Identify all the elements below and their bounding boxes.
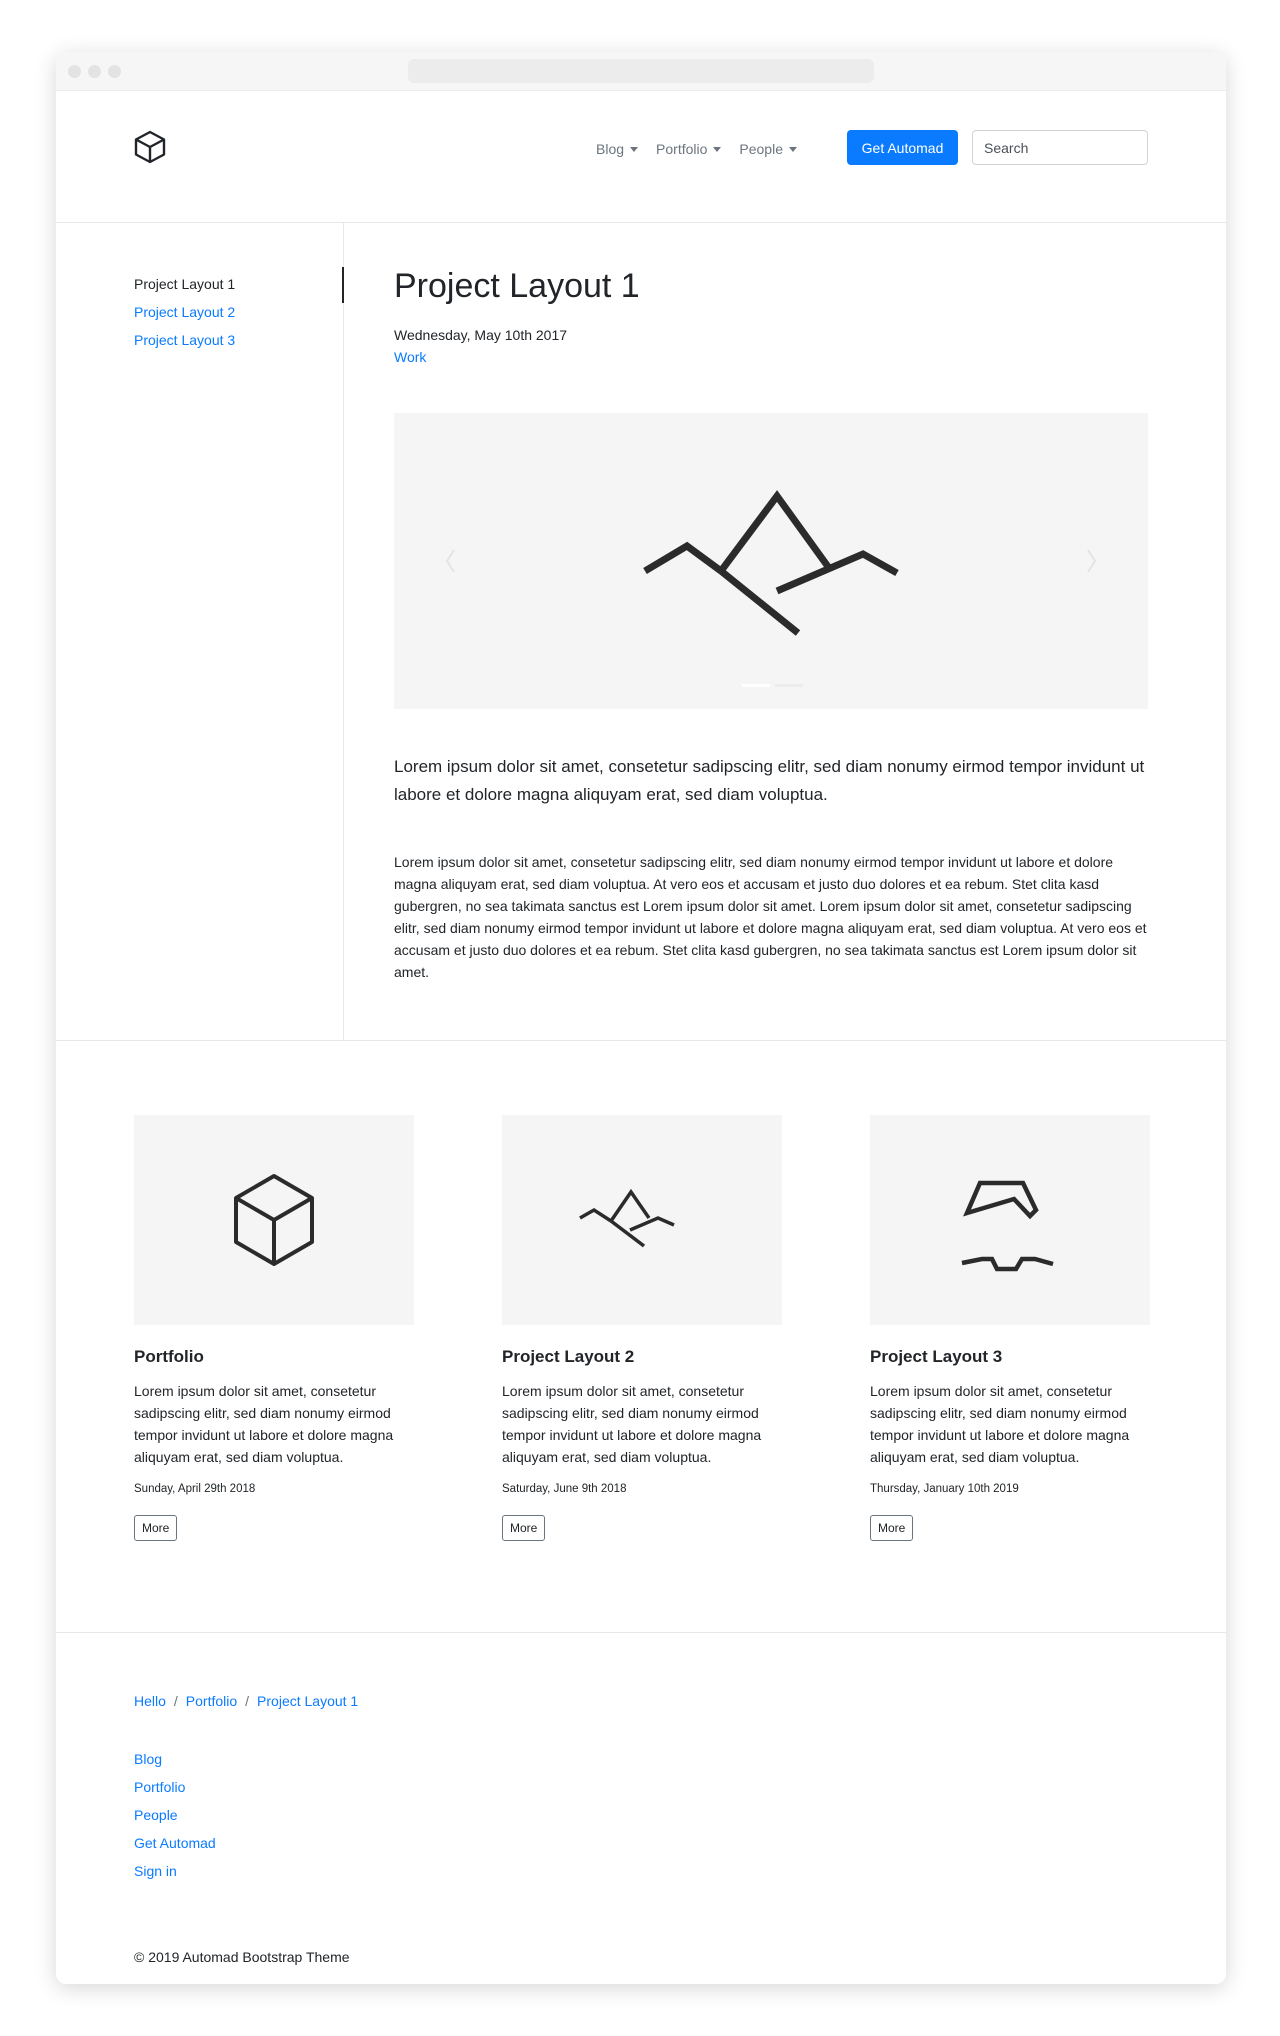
breadcrumb-separator: / <box>173 1693 178 1709</box>
sidebar-item-project-layout-3[interactable]: Project Layout 3 <box>134 332 235 348</box>
card-date: Sunday, April 29th 2018 <box>134 1483 256 1495</box>
navbar: Blog Portfolio People Get Automad <box>56 91 1226 223</box>
footer: Hello / Portfolio / Project Layout 1 Blo… <box>56 1633 1226 1984</box>
card-date: Thursday, January 10th 2019 <box>870 1483 1019 1495</box>
caret-down-icon <box>788 146 797 152</box>
more-button[interactable]: More <box>134 1515 178 1541</box>
main-section: Project Layout 1 Project Layout 2 Projec… <box>56 223 1226 1041</box>
carousel-prev-icon[interactable] <box>445 549 455 573</box>
breadcrumb-portfolio[interactable]: Portfolio <box>186 1693 237 1709</box>
nav-people-dropdown[interactable]: People <box>739 141 797 157</box>
card-text: Lorem ipsum dolor sit amet, consetetur s… <box>502 1383 762 1465</box>
sidebar-active-indicator <box>342 267 344 303</box>
mountain-icon <box>579 1188 675 1248</box>
more-button[interactable]: More <box>502 1515 546 1541</box>
browser-window: Blog Portfolio People Get Automad Projec… <box>56 52 1226 1984</box>
copyright: © 2019 Automad Bootstrap Theme <box>134 1949 350 1965</box>
caret-down-icon <box>713 146 722 152</box>
breadcrumb-hello[interactable]: Hello <box>134 1693 166 1709</box>
search-input[interactable] <box>972 130 1148 165</box>
carousel-next-icon[interactable] <box>1087 549 1097 573</box>
cube-logo-icon[interactable] <box>131 128 169 166</box>
caret-down-icon <box>630 146 639 152</box>
broken-shape-icon <box>961 1180 1054 1272</box>
card-text: Lorem ipsum dolor sit amet, consetetur s… <box>134 1383 394 1465</box>
footer-link-sign-in[interactable]: Sign in <box>134 1863 177 1879</box>
card-image[interactable] <box>870 1115 1150 1325</box>
card-project-layout-3: Project Layout 3 Lorem ipsum dolor sit a… <box>870 1115 1150 1541</box>
sidebar-item-project-layout-2[interactable]: Project Layout 2 <box>134 304 235 320</box>
footer-link-people[interactable]: People <box>134 1807 178 1823</box>
card-text: Lorem ipsum dolor sit amet, consetetur s… <box>870 1383 1130 1465</box>
category-link[interactable]: Work <box>394 349 426 365</box>
footer-link-get-automad[interactable]: Get Automad <box>134 1835 216 1851</box>
window-close-dot[interactable] <box>68 65 81 78</box>
carousel-indicator[interactable] <box>775 684 803 687</box>
cube-icon <box>234 1174 314 1266</box>
footer-link-portfolio[interactable]: Portfolio <box>134 1779 185 1795</box>
card-image[interactable] <box>134 1115 414 1325</box>
sidebar: Project Layout 1 Project Layout 2 Projec… <box>56 223 344 1041</box>
main-nav: Blog Portfolio People <box>596 131 815 167</box>
browser-chrome <box>56 52 1226 91</box>
breadcrumb-project-layout-1[interactable]: Project Layout 1 <box>257 1693 358 1709</box>
breadcrumb: Hello / Portfolio / Project Layout 1 <box>134 1693 358 1709</box>
get-automad-button[interactable]: Get Automad <box>847 130 958 165</box>
page-title: Project Layout 1 <box>394 267 640 305</box>
footer-link-blog[interactable]: Blog <box>134 1751 162 1767</box>
nav-portfolio-label: Portfolio <box>656 141 708 157</box>
nav-portfolio-dropdown[interactable]: Portfolio <box>656 141 722 157</box>
nav-blog-label: Blog <box>596 141 625 157</box>
carousel-indicator-active[interactable] <box>742 684 770 687</box>
article-date: Wednesday, May 10th 2017 <box>394 327 568 343</box>
nav-blog-dropdown[interactable]: Blog <box>596 141 639 157</box>
card-image[interactable] <box>502 1115 782 1325</box>
card-project-layout-2: Project Layout 2 Lorem ipsum dolor sit a… <box>502 1115 782 1541</box>
card-title[interactable]: Project Layout 2 <box>502 1347 782 1367</box>
address-bar[interactable] <box>408 59 874 83</box>
related-cards: Portfolio Lorem ipsum dolor sit amet, co… <box>56 1041 1226 1633</box>
window-minimize-dot[interactable] <box>88 65 101 78</box>
body-paragraph: Lorem ipsum dolor sit amet, consetetur s… <box>394 854 1147 980</box>
image-carousel[interactable] <box>394 413 1148 709</box>
more-button[interactable]: More <box>870 1515 914 1541</box>
card-portfolio: Portfolio Lorem ipsum dolor sit amet, co… <box>134 1115 414 1541</box>
card-title[interactable]: Portfolio <box>134 1347 414 1367</box>
breadcrumb-separator: / <box>245 1693 250 1709</box>
nav-people-label: People <box>739 141 783 157</box>
card-date: Saturday, June 9th 2018 <box>502 1483 627 1495</box>
mountain-icon <box>445 490 1097 687</box>
card-title[interactable]: Project Layout 3 <box>870 1347 1150 1367</box>
window-zoom-dot[interactable] <box>108 65 121 78</box>
sidebar-item-project-layout-1[interactable]: Project Layout 1 <box>134 276 235 292</box>
lead-paragraph: Lorem ipsum dolor sit amet, consetetur s… <box>394 757 1145 804</box>
